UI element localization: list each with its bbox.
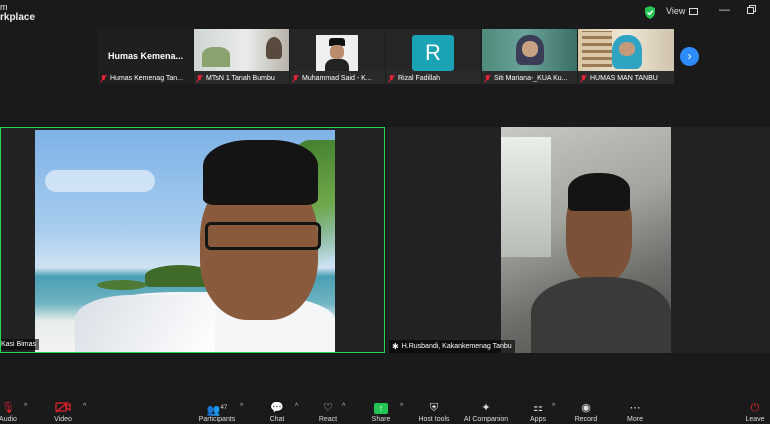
participant-name: Muhammad Said - K... [292,75,372,82]
participant-strip: Humas Kemena... Humas Kemenag Tan... MTs… [98,29,674,84]
react-options-caret[interactable]: ^ [342,403,345,410]
pin-icon: ✱ [392,342,399,351]
participants-icon: 👥47 [206,404,228,417]
mic-muted-icon [580,75,587,82]
video-options-caret[interactable]: ^ [83,403,86,410]
leave-icon: ⏻ [750,402,760,414]
participant-thumbnail[interactable]: Muhammad Said - K... [290,29,385,84]
participant-thumbnail[interactable]: HUMAS MAN TANBU [578,29,674,84]
participants-options-caret[interactable]: ^ [240,403,243,410]
mic-muted-icon [388,75,395,82]
apps-button[interactable]: ⚏ Apps [513,397,563,424]
shield-icon: ⛨ [429,402,439,414]
share-button[interactable]: ↑ Share [356,397,406,424]
sparkle-icon: ✦ [481,402,491,414]
video-tile-active-speaker[interactable]: Kasi Bimas [0,127,385,353]
record-icon: ◉ [581,402,591,414]
host-tools-button[interactable]: ⛨ Host tools [409,397,459,424]
participant-name: MTsN 1 Tanah Bumbu [196,75,275,82]
mic-muted-icon: 🎙 [1,402,15,414]
share-options-caret[interactable]: ^ [400,403,403,410]
app-title: m rkplace [0,2,36,23]
mic-muted-icon [100,75,107,82]
chat-options-caret[interactable]: ^ [295,403,298,410]
video-off-icon [38,401,88,415]
participant-name: HUMAS MAN TANBU [580,75,658,82]
heart-icon: ♡ [323,402,333,414]
grid-icon [689,7,699,15]
participant-thumbnail[interactable]: Siti Mariana-_KUA Ku... [482,29,577,84]
title-bar: m rkplace View — [0,0,770,26]
participant-thumbnail[interactable]: R Rizal Fadillah [386,29,481,84]
video-button[interactable]: Video [38,397,88,424]
participant-thumbnail[interactable]: Humas Kemena... Humas Kemenag Tan... [98,29,193,84]
video-tile[interactable]: ✱ H.Rusbandi, Kakankemenag Tanbu [387,127,770,353]
next-page-button[interactable]: › [680,47,699,66]
record-button[interactable]: ◉ Record [561,397,611,424]
participant-name: Siti Mariana-_KUA Ku... [484,75,568,82]
react-button[interactable]: ♡ React [303,397,353,424]
participant-caption: Humas Kemena... [108,51,184,61]
participant-video [501,127,671,353]
more-dots-icon: ⋯ [629,402,641,414]
restore-icon[interactable] [747,5,756,17]
chat-button[interactable]: 💬 Chat [252,397,302,424]
apps-options-caret[interactable]: ^ [552,403,555,410]
mic-muted-icon [292,75,299,82]
participant-name: Humas Kemenag Tan... [100,75,183,82]
view-button[interactable]: View [666,6,699,16]
participant-thumbnail[interactable]: MTsN 1 Tanah Bumbu [194,29,289,84]
audio-options-caret[interactable]: ^ [24,403,27,410]
participant-name-label: Kasi Bimas [1,339,40,350]
share-screen-icon: ↑ [356,401,406,415]
mic-muted-icon [196,75,203,82]
speaker-video [35,130,335,352]
leave-button[interactable]: ⏻ Leave [740,397,770,424]
participants-button[interactable]: 👥47 Participants [192,397,242,424]
meeting-toolbar: 🎙 Audio ^ Video ^ 👥47 Participants ^ 💬 C… [0,397,770,424]
audio-button[interactable]: 🎙 Audio [0,397,33,424]
participant-name: Rizal Fadillah [388,75,440,82]
minimize-icon[interactable]: — [719,4,730,16]
security-shield-icon[interactable] [644,6,656,19]
mic-muted-icon [484,75,491,82]
ai-companion-button[interactable]: ✦ AI Companion [461,397,511,424]
view-label: View [666,6,686,16]
more-button[interactable]: ⋯ More [610,397,660,424]
apps-icon: ⚏ [533,402,543,414]
avatar: R [412,35,454,71]
participant-name-label: ✱ H.Rusbandi, Kakankemenag Tanbu [389,340,515,353]
